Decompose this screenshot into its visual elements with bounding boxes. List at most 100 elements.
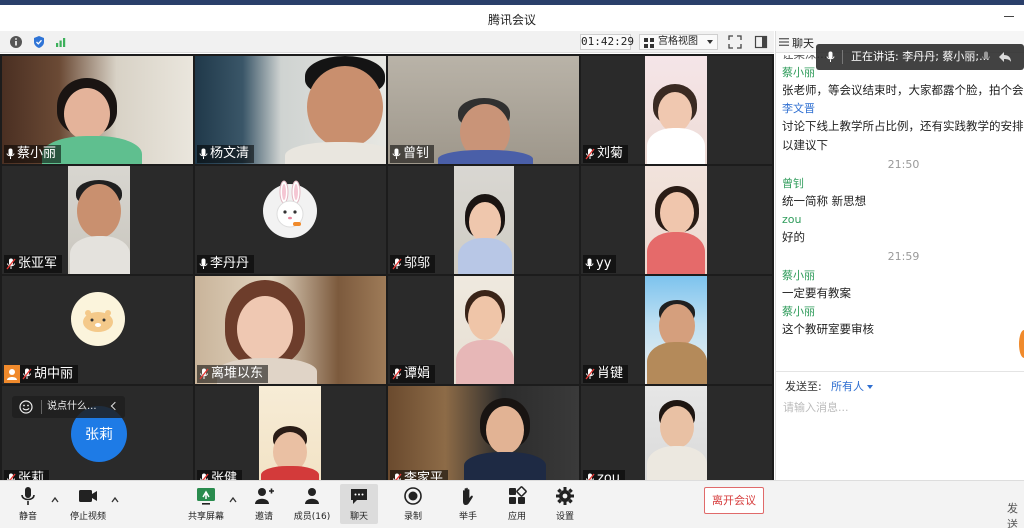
microphone-icon	[199, 148, 208, 159]
video-tile[interactable]: 张亚军	[2, 166, 193, 274]
video-camera-icon	[79, 490, 97, 502]
chevron-left-icon[interactable]	[110, 401, 120, 411]
chevron-up-icon[interactable]	[51, 496, 59, 504]
participant-name-plate: 邬邬	[390, 255, 436, 273]
video-tile[interactable]: yy	[581, 166, 772, 274]
minimize-icon[interactable]	[1004, 16, 1014, 17]
share-screen-icon	[197, 488, 215, 505]
gear-icon	[556, 487, 574, 505]
chat-panel: 聊天 让某深...蔡小丽张老师，等会议结束时，大家都露个脸，拍个会议李文晋讨论下…	[775, 31, 1024, 480]
video-tile[interactable]: 邬邬	[388, 166, 579, 274]
chevron-up-icon[interactable]	[229, 496, 237, 504]
microphone-muted-icon	[6, 258, 16, 269]
participant-name-plate: yy	[583, 255, 617, 273]
mute-button[interactable]: 静音	[10, 484, 46, 524]
chat-button[interactable]: 聊天	[340, 484, 378, 524]
chat-icon	[351, 489, 367, 504]
participant-name-plate: 张亚军	[4, 255, 63, 273]
chat-sender-name: 李文晋	[782, 102, 815, 115]
video-tile[interactable]: 曾钊	[388, 56, 579, 164]
grid-icon	[644, 38, 654, 48]
sidebar-toggle-icon[interactable]	[754, 35, 768, 49]
quick-reaction-bar[interactable]: 说点什么...	[12, 396, 125, 418]
raise-hand-button[interactable]: 举手	[452, 484, 484, 524]
microphone-icon	[199, 258, 208, 269]
video-tile-active-speaker[interactable]: 李丹丹	[195, 166, 386, 274]
title-bar: 腾讯会议	[0, 5, 1024, 31]
chat-message-text: 一定要有教案	[782, 286, 851, 300]
participant-name-plate: 离堆以东	[197, 365, 269, 383]
video-tile[interactable]: zou	[581, 386, 772, 480]
record-button[interactable]: 录制	[396, 484, 430, 524]
share-screen-button[interactable]: 共享屏幕	[186, 484, 226, 524]
chat-message-text: 好的	[782, 230, 805, 244]
speaking-text: 正在讲话: 李丹丹; 蔡小丽;...	[851, 50, 990, 63]
quick-reaction-input[interactable]: 说点什么...	[47, 401, 97, 412]
view-mode-dropdown[interactable]: 宫格视图	[639, 34, 718, 50]
leave-meeting-button[interactable]: 离开会议	[704, 487, 764, 514]
add-user-icon	[255, 488, 274, 504]
video-tile[interactable]: 肖键	[581, 276, 772, 384]
hamster-avatar-icon	[83, 310, 113, 332]
chat-timestamp: 21:59	[887, 250, 920, 263]
participant-name-plate: 张莉	[4, 470, 50, 480]
send-button[interactable]: 发送	[1007, 500, 1024, 528]
video-tile[interactable]: 张健	[195, 386, 386, 480]
participant-name-plate: 李丹丹	[197, 255, 255, 273]
chat-input[interactable]	[783, 399, 1013, 469]
participant-name-plate: 李家平	[390, 470, 449, 480]
floating-indicator[interactable]	[1019, 330, 1024, 358]
speaking-indicator: 正在讲话: 李丹丹; 蔡小丽;...	[816, 44, 1024, 70]
chevron-down-icon	[707, 40, 713, 44]
microphone-muted-icon	[200, 473, 209, 480]
meeting-timer: 01:42:29	[580, 34, 634, 50]
video-tile[interactable]: 杨文清	[195, 56, 386, 164]
chat-message-text: 讨论下线上教学所占比例，还有实践教学的安排，	[782, 119, 1024, 133]
microphone-gray-icon	[982, 51, 990, 60]
participant-name-plate: 蔡小丽	[4, 145, 62, 163]
microphone-icon	[6, 148, 15, 159]
chat-message-list[interactable]: 让某深...蔡小丽张老师，等会议结束时，大家都露个脸，拍个会议李文晋讨论下线上教…	[782, 55, 1024, 377]
record-icon	[404, 487, 422, 505]
video-tile[interactable]: 谭娟	[388, 276, 579, 384]
video-tile[interactable]: 胡中丽	[2, 276, 193, 384]
send-to-dropdown[interactable]: 所有人	[831, 378, 873, 394]
chat-sender-name: zou	[782, 213, 802, 226]
chat-title: 聊天	[792, 37, 814, 50]
chat-message-text: 这个教研室要审核	[782, 322, 874, 336]
chevron-up-icon[interactable]	[111, 496, 119, 504]
grip-icon[interactable]	[779, 37, 789, 47]
reply-icon[interactable]	[998, 51, 1012, 63]
user-icon	[4, 365, 20, 383]
window-title: 腾讯会议	[487, 13, 536, 27]
signal-icon[interactable]	[54, 35, 68, 49]
chat-compose: 发送至: 所有人	[776, 371, 1024, 480]
microphone-muted-icon	[393, 473, 402, 480]
chat-sender-name: 蔡小丽	[782, 269, 815, 282]
video-tile[interactable]: 李家平	[388, 386, 579, 480]
chat-message-text: 以建议下	[782, 138, 828, 152]
info-icon[interactable]	[9, 35, 23, 49]
video-tile[interactable]: 蔡小丽	[2, 56, 193, 164]
microphone-icon	[826, 51, 835, 62]
members-button[interactable]: 成员(16)	[292, 484, 332, 524]
microphone-muted-icon	[585, 368, 595, 379]
fullscreen-icon[interactable]	[728, 35, 742, 49]
meeting-toolbar: 01:42:29 宫格视图	[0, 31, 774, 53]
microphone-icon	[392, 148, 401, 159]
microphone-muted-icon	[22, 368, 32, 380]
participant-name-plate: 张健	[197, 470, 243, 480]
avatar-initials: 张莉	[85, 427, 113, 443]
shield-icon[interactable]	[32, 35, 46, 49]
video-tile[interactable]: 离堆以东	[195, 276, 386, 384]
stop-video-button[interactable]: 停止视频	[66, 484, 110, 524]
settings-button[interactable]: 设置	[548, 484, 582, 524]
chat-timestamp: 21:50	[887, 158, 920, 171]
invite-button[interactable]: 邀请	[248, 484, 280, 524]
microphone-muted-icon	[585, 148, 595, 159]
microphone-muted-icon	[199, 368, 209, 379]
apps-button[interactable]: 应用	[500, 484, 534, 524]
video-tile[interactable]: 刘菊	[581, 56, 772, 164]
participant-name-plate: 肖键	[583, 365, 629, 383]
emoji-icon[interactable]	[19, 400, 33, 414]
